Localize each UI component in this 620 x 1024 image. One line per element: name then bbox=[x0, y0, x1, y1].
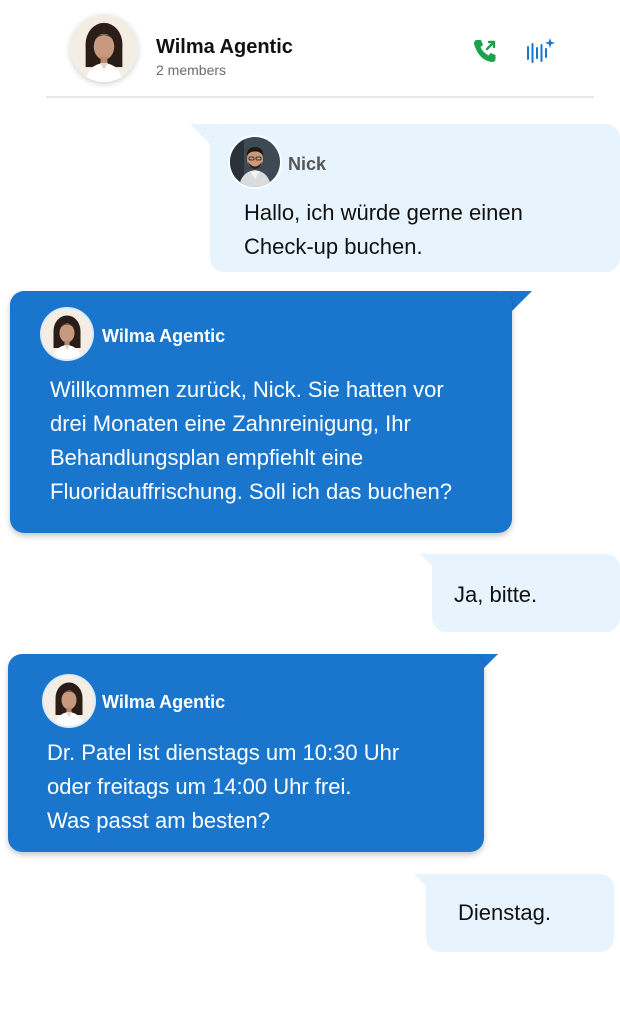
message-line: Dr. Patel ist dienstags um 10:30 Uhr bbox=[47, 740, 400, 765]
woman-avatar-icon bbox=[42, 309, 92, 359]
agent-bubble: Wilma Agentic Dr. Patel ist dienstags um… bbox=[8, 654, 484, 852]
woman-avatar-icon bbox=[70, 14, 138, 82]
message-line: oder freitags um 14:00 Uhr frei. bbox=[47, 774, 352, 799]
woman-avatar-icon bbox=[44, 676, 94, 726]
man-avatar-icon bbox=[230, 137, 280, 187]
message-line: Was passt am besten? bbox=[47, 808, 270, 833]
message-line: Hallo, ich würde gerne einen bbox=[244, 200, 523, 225]
header-divider bbox=[46, 96, 594, 98]
message-line: Willkommen zurück, Nick. Sie hatten vor bbox=[50, 377, 444, 402]
user-bubble: Nick Hallo, ich würde gerne einen Check-… bbox=[210, 124, 620, 272]
user-bubble: Dienstag. bbox=[426, 874, 614, 952]
chat-title: Wilma Agentic bbox=[156, 36, 293, 58]
message-line: Check-up buchen. bbox=[244, 234, 423, 259]
agent-bubble: Wilma Agentic Willkommen zurück, Nick. S… bbox=[10, 291, 512, 533]
message-line: Fluoridauffrischung. Soll ich das buchen… bbox=[50, 479, 452, 504]
voice-wave-sparkle-icon[interactable] bbox=[524, 36, 556, 66]
message-line: Dienstag. bbox=[458, 900, 551, 925]
message-line: Ja, bitte. bbox=[454, 582, 538, 607]
sender-name: Wilma Agentic bbox=[102, 692, 226, 712]
message-line: drei Monaten eine Zahnreinigung, Ihr bbox=[50, 411, 411, 436]
sender-name: Wilma Agentic bbox=[102, 326, 226, 346]
sender-name: Nick bbox=[288, 154, 327, 174]
phone-call-icon[interactable] bbox=[470, 36, 500, 66]
members-count: 2 members bbox=[156, 62, 227, 78]
user-bubble: Ja, bitte. bbox=[432, 554, 620, 632]
message-line: Behandlungsplan empfiehlt eine bbox=[50, 445, 364, 470]
chat-header: Wilma Agentic 2 members bbox=[0, 0, 620, 98]
